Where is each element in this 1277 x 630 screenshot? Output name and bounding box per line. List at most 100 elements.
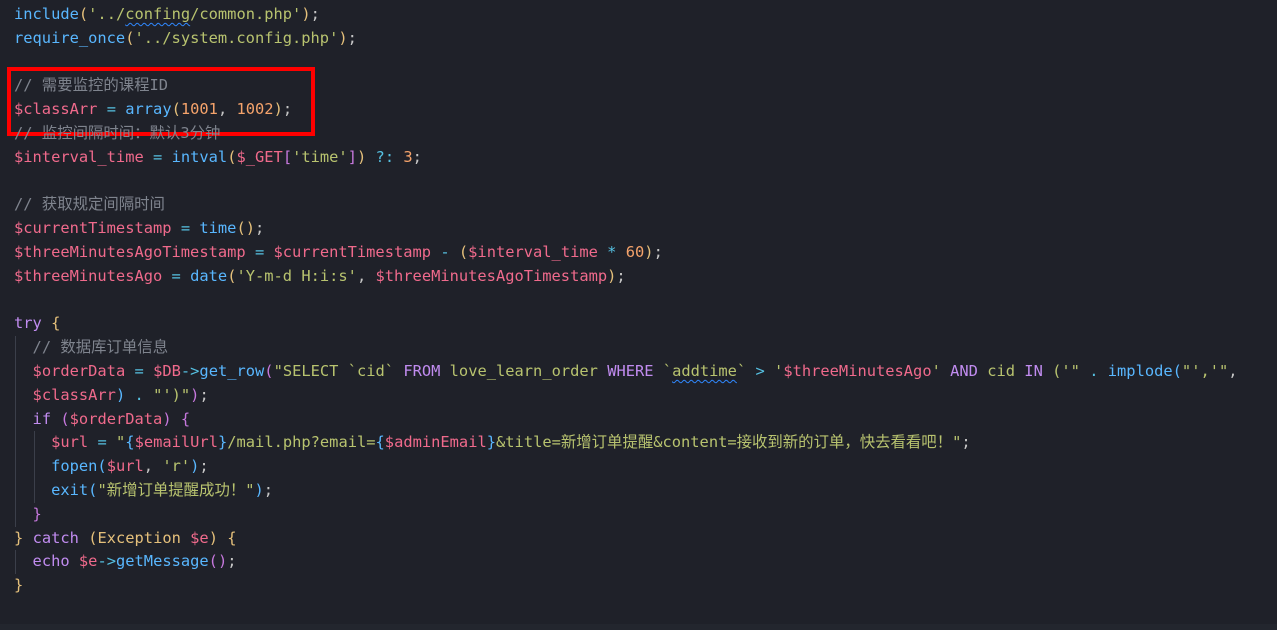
code-token: $e (78, 552, 98, 571)
code-line[interactable]: $classArr = array(1001, 1002); (14, 98, 292, 122)
code-line[interactable]: $url = "{$emailUrl}/mail.php?email={$adm… (14, 431, 971, 455)
code-line[interactable]: exit("新增订单提醒成功！"); (14, 479, 273, 503)
code-line[interactable]: echo $e->getMessage(); (14, 550, 237, 574)
code-token: get_row (199, 362, 265, 380)
code-token: /mail.php?email= (227, 433, 376, 452)
code-token: cid (977, 362, 1025, 380)
code-token: " (116, 433, 126, 452)
code-token: $orderData (69, 409, 163, 428)
code-token: ?: (375, 147, 395, 166)
code-token: ; (653, 243, 663, 261)
code-token: AND (950, 362, 978, 380)
code-token: $threeMinutesAgo (783, 362, 932, 380)
code-token: ('" (1042, 362, 1080, 380)
code-line[interactable]: // 需要监控的课程ID (14, 74, 168, 98)
code-token: exit (51, 481, 89, 499)
code-token: fopen (51, 457, 98, 476)
code-line[interactable]: $threeMinutesAgoTimestamp = $currentTime… (14, 241, 663, 265)
code-token: = (153, 147, 163, 166)
code-token: include (14, 5, 79, 23)
code-line[interactable]: } (14, 503, 42, 527)
code-token: ( (1172, 362, 1182, 380)
code-token: , (1228, 362, 1238, 380)
code-token: echo (32, 552, 70, 571)
horizontal-scrollbar-track[interactable] (0, 624, 1277, 630)
code-token: // 监控间隔时间：默认3分钟 (14, 124, 221, 142)
code-token: $e (190, 528, 209, 547)
code-token: ) (273, 100, 283, 119)
code-token: ) (115, 385, 126, 404)
code-token: 1002 (236, 100, 274, 119)
code-line[interactable]: $orderData = $DB->get_row("SELECT `cid` … (14, 360, 1238, 384)
code-token: -> (180, 362, 200, 380)
code-token: $url (51, 433, 89, 452)
code-token: ' (931, 362, 951, 380)
code-token: ) (356, 147, 367, 166)
code-line[interactable]: fopen($url, 'r'); (14, 455, 209, 479)
code-line[interactable]: require_once('../system.config.php'); (14, 27, 357, 51)
code-token: $threeMinutesAgoTimestamp (14, 243, 246, 261)
code-token: FROM (403, 362, 441, 380)
code-token: ( (264, 362, 274, 380)
code-token: $classArr (14, 100, 98, 119)
code-token: = (134, 362, 144, 380)
code-token: ) (162, 409, 172, 428)
code-line[interactable]: // 监控间隔时间：默认3分钟 (14, 122, 220, 146)
code-token: = (106, 100, 116, 119)
code-line[interactable]: $threeMinutesAgo = date('Y-m-d H:i:s', $… (14, 265, 626, 289)
code-token: ( (171, 100, 181, 119)
code-line[interactable]: $currentTimestamp = time(); (14, 217, 264, 241)
code-line[interactable]: } (14, 574, 23, 598)
code-token: "新增订单提醒成功！" (97, 481, 255, 499)
code-token: $url (106, 457, 144, 476)
code-line[interactable]: try { (14, 312, 60, 336)
code-token: -> (97, 552, 116, 571)
code-line[interactable]: if ($orderData) { (14, 408, 191, 432)
code-editor[interactable]: include('../confing/common.php'); require… (0, 0, 1277, 630)
code-line[interactable]: } catch (Exception $e) { (14, 527, 237, 551)
code-token: () (236, 219, 255, 238)
code-token: ) (208, 528, 218, 547)
code-line[interactable]: // 获取规定间隔时间 (14, 193, 165, 217)
code-line[interactable]: $interval_time = intval($_GET['time']) ?… (14, 146, 422, 170)
code-token: } (217, 433, 228, 452)
code-token: ( (60, 409, 70, 428)
code-token: { (227, 528, 237, 547)
code-token: , (217, 100, 237, 119)
code-token: , (143, 457, 163, 476)
code-token: "')" (153, 385, 191, 404)
code-token: ) (338, 28, 348, 47)
code-token: $adminEmail (384, 433, 487, 452)
code-token: = (171, 266, 181, 285)
code-token: /common.php' (190, 5, 302, 23)
code-token: ; (263, 481, 274, 499)
code-line[interactable]: $classArr) . "')"); (14, 384, 209, 408)
code-line[interactable]: // 数据库订单信息 (14, 336, 169, 360)
code-token: = (254, 243, 265, 261)
code-token: ; (282, 100, 293, 119)
code-line[interactable]: include('../confing/common.php'); (14, 3, 320, 27)
code-token: $threeMinutesAgoTimestamp (375, 266, 608, 285)
code-token: ) (254, 481, 264, 499)
